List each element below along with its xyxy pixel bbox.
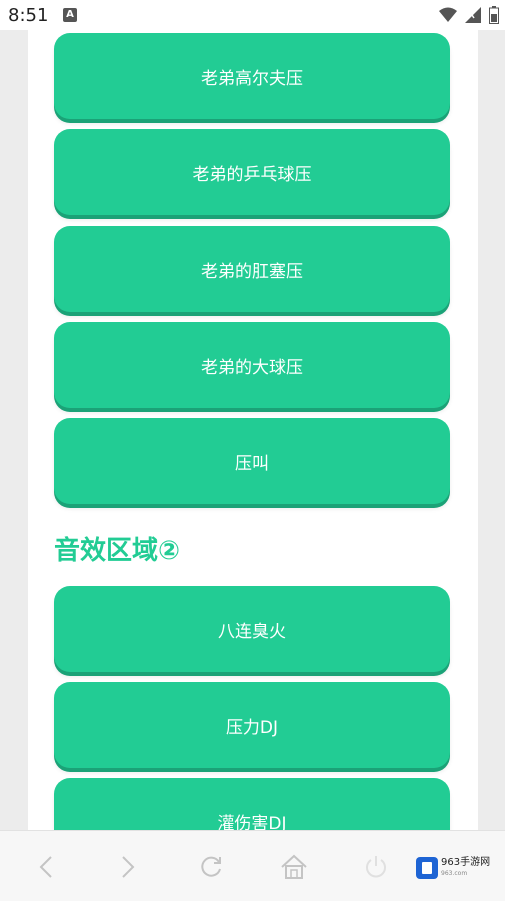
status-icons — [439, 6, 499, 24]
sound-button[interactable]: 老弟的大球压 — [54, 322, 450, 408]
status-bar: 8:51 A — [0, 0, 505, 30]
refresh-button[interactable] — [195, 851, 227, 883]
status-time: 8:51 — [8, 5, 49, 26]
brand-logo-icon — [416, 857, 438, 879]
power-button[interactable] — [360, 851, 392, 883]
signal-icon — [465, 7, 481, 23]
back-button[interactable] — [30, 851, 62, 883]
wifi-icon — [439, 7, 457, 22]
page-content: 老弟高尔夫压 老弟的乒乓球压 老弟的肛塞压 老弟的大球压 压叫 音效区域② 八连… — [28, 30, 478, 830]
chevron-left-icon — [39, 856, 52, 878]
section-title: 音效区域② — [54, 536, 181, 566]
brand-name: 963手游网 — [441, 857, 491, 868]
refresh-icon — [201, 856, 221, 877]
power-icon — [366, 856, 386, 878]
sound-button[interactable]: 老弟的肛塞压 — [54, 226, 450, 312]
notification-icon: A — [63, 8, 77, 22]
chevron-right-icon — [122, 856, 135, 878]
brand-logo: 963手游网 963.com — [416, 853, 500, 883]
sound-button[interactable]: 压叫 — [54, 418, 450, 504]
sound-button[interactable]: 八连臭火 — [54, 586, 450, 672]
sound-button[interactable]: 老弟的乒乓球压 — [54, 129, 450, 215]
sound-button[interactable]: 灌伤害DJ — [54, 778, 450, 830]
home-button[interactable] — [278, 851, 310, 883]
browser-bottom-bar: 963手游网 963.com — [0, 830, 505, 901]
home-icon — [281, 854, 307, 879]
forward-button[interactable] — [112, 851, 144, 883]
sound-button[interactable]: 压力DJ — [54, 682, 450, 768]
sound-button[interactable]: 老弟高尔夫压 — [54, 33, 450, 119]
brand-subtitle: 963.com — [441, 870, 468, 877]
battery-icon — [489, 6, 499, 24]
